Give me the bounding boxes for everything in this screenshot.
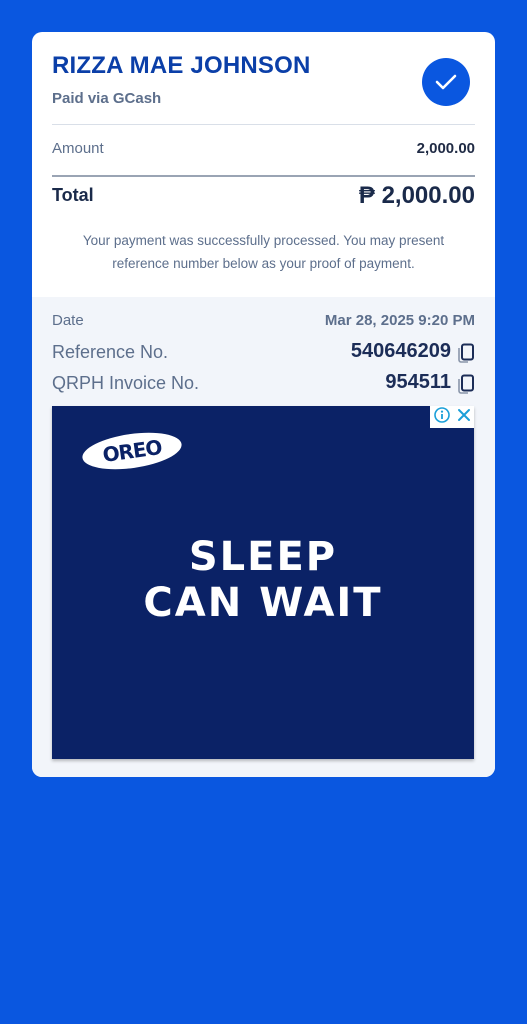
copy-reference-icon[interactable]: [457, 343, 475, 363]
success-notice: Your payment was successfully processed.…: [82, 233, 445, 271]
payment-method: Paid via GCash: [52, 90, 162, 107]
invoice-label: QRPH Invoice No.: [52, 373, 200, 393]
reference-label: Reference No.: [52, 342, 169, 362]
details-section: Date Mar 28, 2025 9:20 PM Reference No. …: [32, 297, 495, 777]
copy-invoice-icon[interactable]: [457, 374, 475, 394]
date-label: Date: [52, 312, 84, 329]
total-value: ₱ 2,000.00: [358, 182, 475, 209]
reference-value: 540646209: [350, 340, 451, 362]
info-icon[interactable]: [433, 406, 450, 428]
close-icon[interactable]: [457, 408, 471, 427]
amount-label: Amount: [52, 140, 104, 157]
ad-brand-text: OREO: [101, 435, 163, 467]
total-divider: [52, 175, 475, 177]
divider: [52, 124, 475, 125]
receipt-card: RIZZA MAE JOHNSON Paid via GCash Amount …: [32, 32, 495, 777]
recipient-name: RIZZA MAE JOHNSON: [52, 52, 311, 79]
ad-brand-logo: OREO: [80, 427, 184, 475]
success-check-icon: [422, 58, 470, 106]
date-value: Mar 28, 2025 9:20 PM: [324, 312, 475, 329]
advertisement-banner[interactable]: OREO SLEEP CAN WAIT: [52, 406, 474, 759]
invoice-value: 954511: [385, 371, 451, 393]
amount-value: 2,000.00: [416, 140, 475, 157]
total-label: Total: [52, 185, 94, 205]
ad-choices[interactable]: [430, 406, 474, 428]
ad-headline: SLEEP CAN WAIT: [143, 534, 383, 626]
